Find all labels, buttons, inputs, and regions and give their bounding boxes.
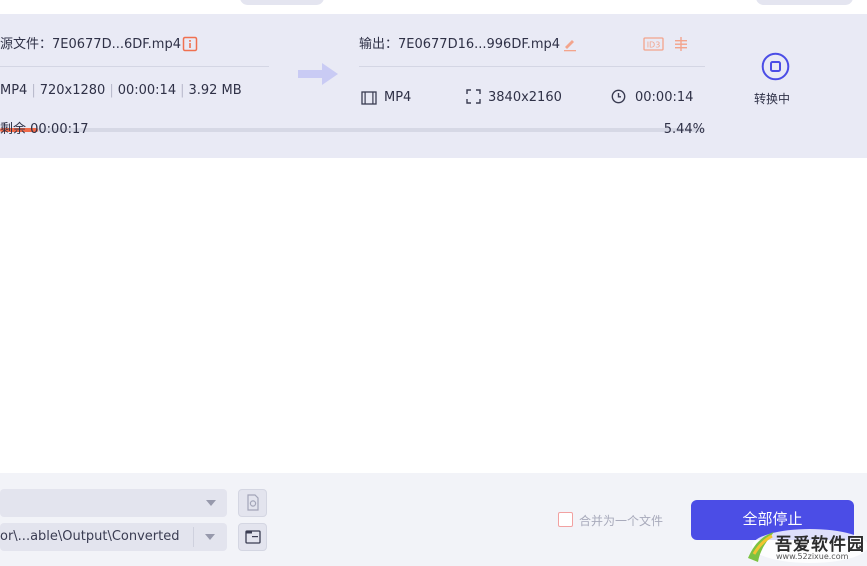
film-icon [361, 90, 377, 105]
merge-label: 合并为一个文件 [579, 514, 664, 528]
converting-status: 转换中 [754, 92, 791, 106]
select-divider [193, 527, 194, 547]
source-meta: MP4 | 720x1280 | 00:00:14 | 3.92 MB [0, 83, 242, 98]
id3-tag-icon[interactable]: ID3 [643, 36, 665, 52]
progress-bar [0, 128, 705, 132]
merge-checkbox[interactable] [558, 512, 573, 527]
output-path-select[interactable]: or\...able\Output\Converted [0, 523, 227, 551]
info-icon[interactable] [182, 36, 198, 52]
output-path-text: or\...able\Output\Converted [0, 529, 180, 544]
output-format-select[interactable] [0, 489, 227, 517]
convert-arrow-icon [296, 62, 340, 86]
open-folder-button[interactable] [238, 523, 267, 551]
watermark-url: www.52zixue.com [776, 552, 849, 561]
conversion-task-card: 源文件：7E0677D...6DF.mp4 MP4 | 720x1280 | 00:00… [0, 14, 867, 158]
stop-icon[interactable] [761, 52, 790, 81]
source-filename: 源文件：7E0677D...6DF.mp4 [0, 37, 181, 52]
output-filename: 输出：7E0677D16...996DF.mp4 [359, 37, 561, 52]
remaining-time: 剩余 00:00:17 [0, 122, 89, 137]
output-resolution: 3840x2160 [488, 90, 562, 105]
edit-icon[interactable] [562, 36, 578, 52]
source-format: MP4 [0, 83, 28, 98]
output-divider [359, 66, 705, 67]
resolution-icon [466, 89, 481, 104]
progress-percent: 5.44% [663, 122, 705, 137]
chevron-down-icon [205, 534, 215, 540]
output-duration: 00:00:14 [635, 90, 694, 105]
chevron-down-icon [206, 500, 216, 506]
trim-settings-icon[interactable] [673, 36, 689, 52]
id3-tag-text: ID3 [647, 41, 661, 50]
source-size: 3.92 MB [188, 83, 242, 98]
source-resolution: 720x1280 [39, 83, 106, 98]
clock-icon [611, 89, 626, 104]
top-toolbar-pill-left[interactable] [240, 0, 324, 5]
gear-icon [247, 494, 259, 511]
source-divider [0, 66, 269, 67]
format-settings-button[interactable] [238, 489, 267, 517]
source-duration: 00:00:14 [117, 83, 177, 98]
folder-icon [245, 530, 261, 544]
output-format: MP4 [384, 90, 412, 105]
top-toolbar-pill-right[interactable] [756, 0, 853, 5]
